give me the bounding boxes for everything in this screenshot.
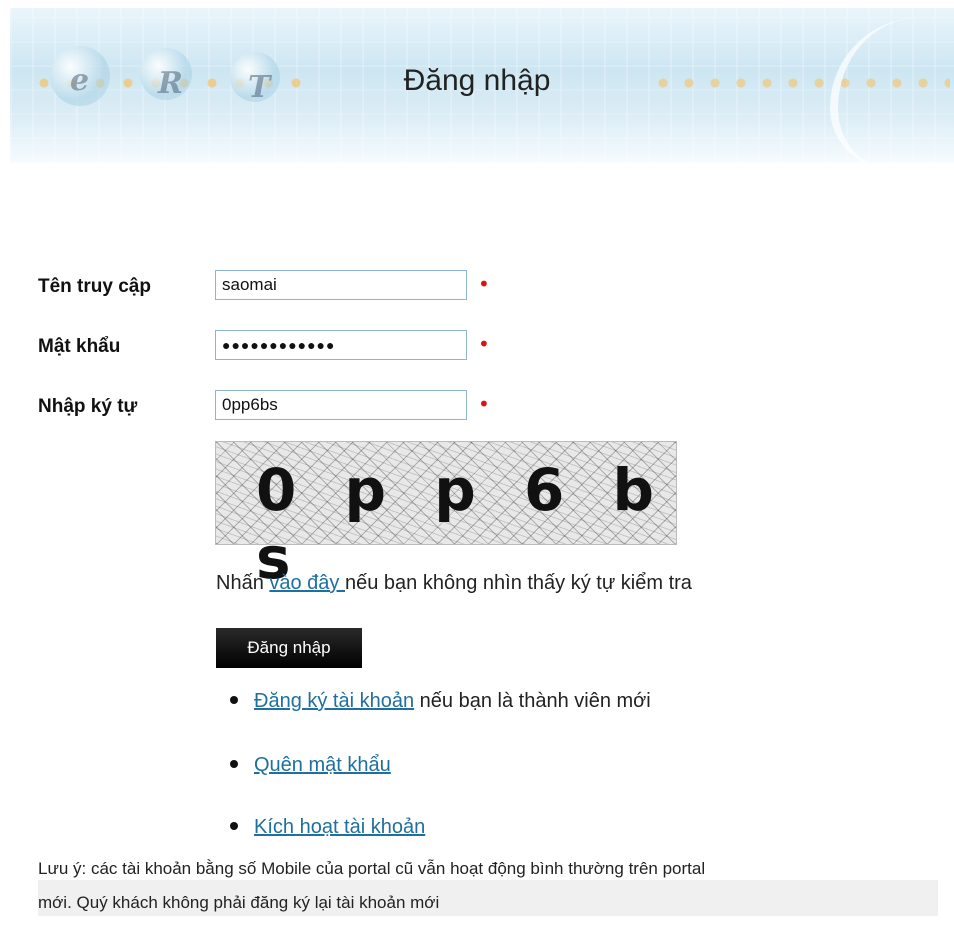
list-item: Kích hoạt tài khoản: [230, 816, 425, 839]
password-label: Mật khẩu: [38, 336, 121, 357]
list-item: Đăng ký tài khoản nếu bạn là thành viên …: [230, 690, 651, 713]
username-label: Tên truy cập: [38, 276, 151, 297]
list-item: Quên mật khẩu: [230, 754, 391, 777]
page-title: Đăng nhập: [403, 64, 551, 97]
username-input[interactable]: saomai: [215, 270, 467, 300]
bullet-icon: [230, 821, 238, 830]
bullet-icon: [230, 695, 238, 704]
captcha-image: 0 p p 6 b s: [215, 441, 677, 592]
captcha-input[interactable]: 0pp6bs: [215, 390, 467, 420]
register-link[interactable]: Đăng ký tài khoản: [254, 690, 414, 712]
login-button[interactable]: Đăng nhập: [216, 628, 362, 668]
note-text: Lưu ý: các tài khoản bằng số Mobile của …: [38, 852, 954, 920]
refresh-captcha-link[interactable]: vào đây: [269, 572, 345, 594]
required-mark: •: [478, 272, 490, 296]
register-suffix: nếu bạn là thành viên mới: [414, 690, 651, 712]
activate-account-link[interactable]: Kích hoạt tài khoản: [254, 816, 425, 838]
forgot-password-link[interactable]: Quên mật khẩu: [254, 754, 391, 776]
required-mark: •: [478, 392, 490, 416]
note-line-2: mới. Quý khách không phải đăng ký lại tà…: [38, 893, 440, 912]
captcha-help: Nhấn vào đây nếu bạn không nhìn thấy ký …: [216, 572, 692, 595]
captcha-help-prefix: Nhấn: [216, 572, 270, 594]
password-input[interactable]: ●●●●●●●●●●●●: [215, 330, 467, 360]
captcha-label: Nhập ký tự: [38, 396, 138, 417]
bullet-icon: [230, 759, 238, 768]
captcha-help-suffix: nếu bạn không nhìn thấy ký tự kiểm tra: [344, 572, 692, 594]
required-mark: •: [478, 332, 490, 356]
note-line-1: Lưu ý: các tài khoản bằng số Mobile của …: [38, 859, 706, 878]
